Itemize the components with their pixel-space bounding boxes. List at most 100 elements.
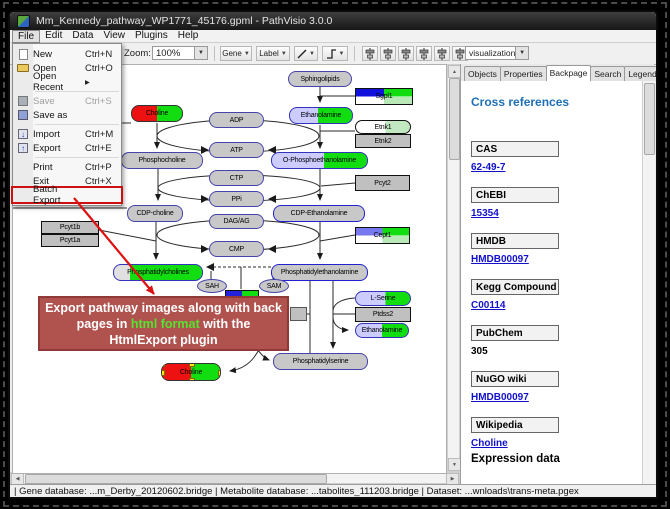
align-bottom-icon: [436, 48, 448, 60]
pathway-node-l-serine[interactable]: L-Serine: [355, 291, 411, 306]
pathway-node-pcyt1b[interactable]: Pcyt1b: [41, 221, 99, 234]
selection-handle[interactable]: [189, 378, 195, 381]
align-center-button[interactable]: [362, 46, 378, 61]
tab-objects[interactable]: Objects: [464, 66, 501, 81]
pathway-node-sphingolipids[interactable]: Sphingolipids: [288, 71, 352, 87]
pathway-node-ppi[interactable]: PPi: [209, 191, 264, 207]
pathway-node-choline[interactable]: Choline: [161, 363, 221, 381]
connector-tool-button[interactable]: ▼: [322, 46, 348, 61]
save-as-disk-icon: [13, 110, 33, 120]
pathway-node-cdp-ethanolamine[interactable]: CDP-Ethanolamine: [273, 205, 365, 222]
chevron-down-icon: ▼: [281, 51, 287, 57]
node-label: Ethanolamine: [362, 327, 402, 334]
node-label: Pcyt2: [374, 180, 391, 187]
node-label: Phosphatidylethanolamine: [281, 269, 358, 276]
canvas-vertical-scrollbar[interactable]: ▲ ▼: [447, 64, 460, 472]
chevron-down-icon[interactable]: ▼: [515, 47, 528, 59]
file-menu-item-batch-export[interactable]: Batch Export: [13, 188, 121, 202]
tab-search[interactable]: Search: [590, 66, 625, 81]
tab-properties[interactable]: Properties: [500, 66, 547, 81]
menubar-item-plugins[interactable]: Plugins: [130, 30, 173, 42]
distribute-vertical-button[interactable]: [416, 46, 432, 61]
pathway-node-phosphocholine[interactable]: Phosphocholine: [121, 152, 203, 169]
menu-item-shortcut: Ctrl+P: [85, 162, 119, 173]
cross-reference-link[interactable]: 62-49-7: [471, 162, 636, 173]
pathway-node-cdp-choline[interactable]: CDP-choline: [127, 205, 183, 222]
menubar-item-edit[interactable]: Edit: [40, 30, 67, 42]
pathway-node-phosphatidylethanolamine[interactable]: Phosphatidylethanolamine: [271, 264, 368, 281]
selection-handle[interactable]: [161, 363, 165, 367]
file-menu-item-export[interactable]: ↑ExportCtrl+E: [13, 141, 121, 155]
menu-item-shortcut: Ctrl+N: [85, 49, 119, 60]
title-bar[interactable]: Mm_Kennedy_pathway_WP1771_45176.gpml - P…: [10, 12, 656, 30]
selection-handle[interactable]: [218, 370, 221, 376]
section-header: ChEBI: [471, 187, 559, 203]
pathway-node-ethanolamine[interactable]: Ethanolamine: [355, 323, 409, 338]
node-label: Phosphatidylserine: [293, 358, 349, 365]
zoom-combobox[interactable]: 100% ▼: [152, 46, 208, 60]
align-middle-button[interactable]: [380, 46, 396, 61]
pathway-node-ctp[interactable]: CTP: [209, 170, 264, 186]
pathway-node-atp[interactable]: ATP: [209, 142, 264, 158]
datanode-tool-button[interactable]: Gene ▼: [220, 46, 252, 61]
cross-reference-link[interactable]: HMDB00097: [471, 254, 636, 265]
scrollbar-thumb[interactable]: [644, 83, 655, 155]
distribute-horizontal-button[interactable]: [398, 46, 414, 61]
line-tool-button[interactable]: ▼: [294, 46, 318, 61]
file-menu-item-print[interactable]: PrintCtrl+P: [13, 160, 121, 174]
file-menu-item-open-recent[interactable]: Open Recent▸: [13, 75, 121, 89]
pathway-node-dag-ag[interactable]: DAG/AG: [209, 214, 264, 229]
pathway-node-phosphatidylcholines[interactable]: Phosphatidylcholines: [113, 264, 203, 281]
pathway-node-ptdss2[interactable]: Ptdss2: [355, 307, 411, 322]
file-menu-item-new[interactable]: NewCtrl+N: [13, 47, 121, 61]
label-tool-label: Label: [259, 49, 279, 58]
section-header: Kegg Compound: [471, 279, 559, 295]
import-icon: ↓: [13, 129, 33, 139]
node-label: DAG/AG: [223, 218, 249, 225]
label-tool-button[interactable]: Label ▼: [256, 46, 290, 61]
pathway-node-choline[interactable]: Choline: [131, 105, 183, 122]
menubar-item-file[interactable]: File: [12, 30, 40, 43]
datanode-tool-label: Gene: [222, 49, 242, 58]
node-label: SAH: [205, 283, 219, 290]
menubar-item-data[interactable]: Data: [67, 30, 98, 42]
pathway-node-sam[interactable]: SAM: [259, 279, 289, 293]
menubar-item-help[interactable]: Help: [173, 30, 204, 42]
pathway-node-ethanolamine[interactable]: Ethanolamine: [289, 107, 353, 124]
file-menu-item-import[interactable]: ↓ImportCtrl+M: [13, 127, 121, 141]
section-header: Wikipedia: [471, 417, 559, 433]
status-text: | Gene database: ...m_Derby_20120602.bri…: [14, 486, 579, 497]
visualization-combobox[interactable]: visualization ▼: [465, 46, 529, 60]
scrollbar-thumb[interactable]: [449, 78, 460, 160]
file-menu-item-save[interactable]: SaveCtrl+S: [13, 94, 121, 108]
node-label: Pcyt1b: [60, 224, 80, 231]
cross-reference-link[interactable]: HMDB00097: [471, 392, 636, 403]
tab-legend[interactable]: Legend: [624, 66, 658, 81]
pathway-node-pcyt1a[interactable]: Pcyt1a: [41, 234, 99, 247]
pathway-node-adp[interactable]: ADP: [209, 112, 264, 128]
selection-handle[interactable]: [189, 363, 195, 367]
menubar-item-view[interactable]: View: [98, 30, 130, 42]
pathway-node-cept1[interactable]: Cept1: [355, 227, 410, 244]
selection-handle[interactable]: [161, 370, 165, 376]
pathway-node-etnk2[interactable]: Etnk2: [355, 134, 411, 148]
align-center-icon: [364, 48, 376, 60]
file-menu-item-save-as[interactable]: Save as: [13, 108, 121, 122]
scrollbar-thumb[interactable]: [25, 474, 327, 484]
tab-backpage[interactable]: Backpage: [546, 65, 592, 81]
cross-reference-link[interactable]: 15354: [471, 208, 636, 219]
pathway-node-etnk1[interactable]: Etnk1: [355, 120, 411, 134]
cross-reference-link[interactable]: C00114: [471, 300, 636, 311]
pathway-node-unlabeled[interactable]: [290, 307, 307, 321]
panel-vertical-scrollbar[interactable]: [642, 81, 655, 484]
align-bottom-button[interactable]: [434, 46, 450, 61]
cross-reference-link[interactable]: Choline: [471, 438, 636, 449]
pathway-node-cmp[interactable]: CMP: [209, 241, 264, 257]
pathway-node-phosphatidylserine[interactable]: Phosphatidylserine: [273, 353, 368, 370]
pathway-node-sgpl1[interactable]: Sgpl1: [355, 88, 413, 105]
pathway-node-sah[interactable]: SAH: [197, 279, 227, 293]
chevron-down-icon[interactable]: ▼: [194, 47, 207, 59]
side-panel-tabs: ObjectsPropertiesBackpageSearchLegend: [461, 64, 654, 81]
pathway-node-o-phosphoethanolamine[interactable]: O-Phosphoethanolamine: [271, 152, 368, 169]
pathway-node-pcyt2[interactable]: Pcyt2: [355, 175, 410, 191]
